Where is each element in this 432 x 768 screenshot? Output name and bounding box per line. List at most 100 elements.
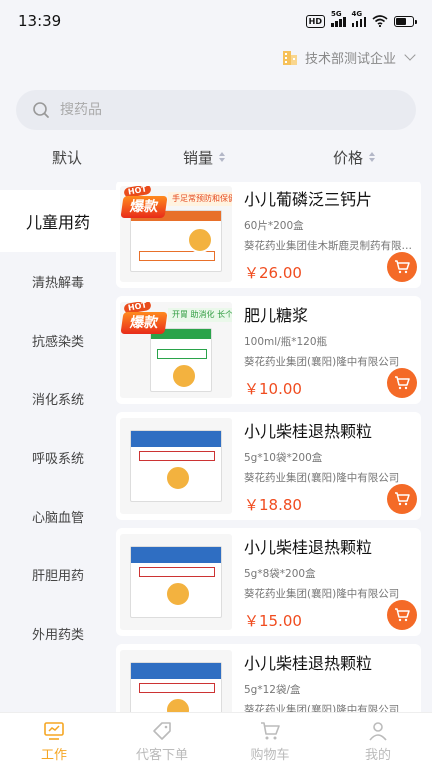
product-card[interactable]: 手足常预防和保健 HOT 爆款 小儿葡磷泛三钙片 60片*200盒 葵花药业集团… [116,182,421,288]
building-icon [282,51,297,65]
product-price: ￥10.00 [244,380,302,398]
sort-sales[interactable]: 销量 [183,140,226,174]
product-price: ￥15.00 [244,612,302,630]
hot-text: 爆款 [120,196,168,218]
search-bar[interactable] [16,90,416,130]
cart-icon [395,492,410,506]
product-maker: 葵花药业集团(襄阳)隆中有限公司 [244,472,400,484]
hd-indicator: HD [305,14,325,28]
category-label: 儿童用药 [25,213,90,232]
signal-5g-icon: 5G [331,10,346,27]
product-image [120,534,232,630]
category-cardio[interactable]: 心脑血管 [0,487,116,546]
hot-badge: HOT 爆款 [120,302,168,338]
product-maker: 葵花药业集团(襄阳)隆中有限公司 [244,356,400,368]
product-maker: 葵花药业集团佳木斯鹿灵制药有限公司 [244,240,419,252]
work-icon [44,722,64,740]
product-price: ￥18.80 [244,496,302,514]
tab-label: 购物车 [250,748,290,763]
signal-4g-icon: 4G [351,10,366,27]
product-spec: 5g*12袋/盒 [244,684,301,696]
cart-icon [395,608,410,622]
sort-price-label: 价格 [333,148,364,167]
status-time: 13:39 [18,12,62,30]
sort-sales-label: 销量 [183,148,214,167]
product-name: 小儿柴桂退热颗粒 [244,538,373,557]
cart-icon [395,376,410,390]
net1-label: 5G [331,9,342,18]
category-anti-infection[interactable]: 抗感染类 [0,311,116,370]
product-image: 开胃 助消化 长个子 HOT 爆款 [120,302,232,398]
product-spec: 100ml/瓶*120瓶 [244,336,328,348]
product-list[interactable]: 手足常预防和保健 HOT 爆款 小儿葡磷泛三钙片 60片*200盒 葵花药业集团… [116,182,432,712]
hot-text: 爆款 [120,312,168,334]
add-to-cart-button[interactable] [387,600,417,630]
product-spec: 60片*200盒 [244,220,304,232]
company-name: 技术部测试企业 [304,51,396,67]
category-label: 外用药类 [31,627,84,643]
product-card[interactable]: 小儿柴桂退热颗粒 5g*8袋*200盒 葵花药业集团(襄阳)隆中有限公司 ￥15… [116,528,421,636]
product-image [120,418,232,514]
category-label: 肝胆用药 [31,569,84,585]
product-maker: 葵花药业集团(襄阳)隆中有限公司 [244,704,400,712]
category-external[interactable]: 外用药类 [0,604,116,663]
tab-cart[interactable]: 购物车 [216,713,324,768]
tab-proxy-order[interactable]: 代客下单 [108,713,216,768]
category-label: 消化系统 [31,393,84,409]
tab-label: 工作 [40,748,67,763]
product-image: 手足常预防和保健 HOT 爆款 [120,186,232,282]
category-heat-clearing[interactable]: 清热解毒 [0,252,116,311]
product-name: 肥儿糖浆 [244,306,309,325]
tab-label: 代客下单 [135,748,188,763]
sort-arrows-icon [369,152,376,162]
promo-strip: 手足常预防和保健 [168,192,232,206]
category-label: 心脑血管 [31,510,84,526]
promo-strip: 开胃 助消化 长个子 [168,308,232,322]
product-card[interactable]: 开胃 助消化 长个子 HOT 爆款 肥儿糖浆 100ml/瓶*120瓶 葵花药业… [116,296,421,404]
user-icon [369,722,387,741]
add-to-cart-button[interactable] [387,484,417,514]
category-children[interactable]: 儿童用药 [0,190,116,252]
category-label: 呼吸系统 [31,451,84,467]
cart-icon [395,260,410,274]
product-maker: 葵花药业集团(襄阳)隆中有限公司 [244,588,400,600]
product-image [120,650,232,712]
net2-label: 4G [351,9,363,18]
product-price: ￥26.00 [244,264,302,282]
search-icon [33,102,49,118]
sort-bar: 默认 销量 价格 [0,140,432,174]
search-input[interactable] [60,102,360,118]
sort-price[interactable]: 价格 [333,140,376,174]
product-name: 小儿柴桂退热颗粒 [244,422,373,441]
chevron-down-icon [404,49,416,61]
category-label: 清热解毒 [31,275,84,291]
sort-default-label: 默认 [52,148,83,167]
product-name: 小儿葡磷泛三钙片 [244,190,373,209]
product-name: 小儿柴桂退热颗粒 [244,654,373,673]
product-card[interactable]: 小儿柴桂退热颗粒 5g*12袋/盒 葵花药业集团(襄阳)隆中有限公司 [116,644,421,712]
product-card[interactable]: 小儿柴桂退热颗粒 5g*10袋*200盒 葵花药业集团(襄阳)隆中有限公司 ￥1… [116,412,421,520]
tab-work[interactable]: 工作 [0,713,108,768]
hot-badge: HOT 爆款 [120,186,168,222]
cart-icon [261,722,280,740]
add-to-cart-button[interactable] [387,368,417,398]
category-respiratory[interactable]: 呼吸系统 [0,428,116,487]
category-liver[interactable]: 肝胆用药 [0,545,116,604]
category-digestive[interactable]: 消化系统 [0,369,116,428]
sort-arrows-icon [219,152,226,162]
tab-mine[interactable]: 我的 [324,713,432,768]
bottom-tab-bar: 工作 代客下单 购物车 我的 [0,712,432,768]
add-to-cart-button[interactable] [387,252,417,282]
category-label: 抗感染类 [31,334,84,350]
product-spec: 5g*8袋*200盒 [244,568,316,580]
sort-default[interactable]: 默认 [52,140,82,174]
status-icons: HD 5G 4G [305,10,417,28]
order-tag-icon [153,722,171,740]
battery-icon [394,15,417,27]
tab-label: 我的 [364,748,391,763]
status-bar: 13:39 HD 5G 4G [0,0,432,42]
company-switcher[interactable]: 技术部测试企业 [281,46,416,68]
product-spec: 5g*10袋*200盒 [244,452,323,464]
wifi-icon [372,15,388,27]
category-sidebar: 儿童用药 清热解毒 抗感染类 消化系统 呼吸系统 心脑血管 肝胆用药 外用药类 [0,190,116,712]
